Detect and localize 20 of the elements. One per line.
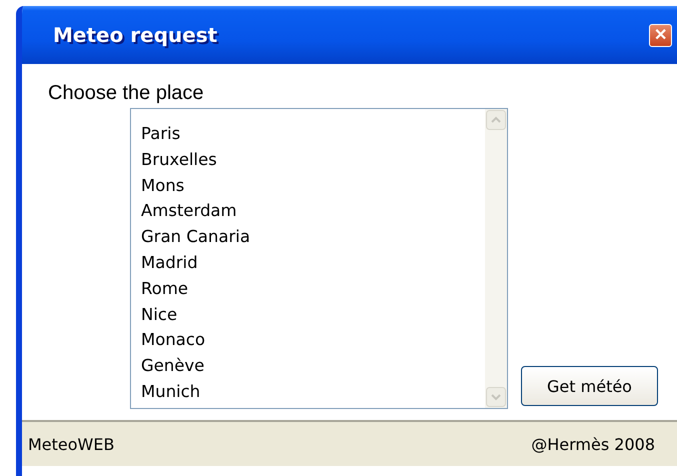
app-name: MeteoWEB: [28, 434, 114, 454]
scroll-down-button[interactable]: [486, 387, 506, 407]
scrollbar[interactable]: [485, 109, 507, 408]
list-item[interactable]: Gran Canaria: [141, 224, 485, 250]
list-item[interactable]: Madrid: [141, 250, 485, 276]
list-item[interactable]: Genève: [141, 353, 485, 379]
list-item[interactable]: Mons: [141, 172, 485, 198]
place-list[interactable]: Paris Bruxelles Mons Amsterdam Gran Canaria Madrid Rome Nice Monaco Genève Munich: [130, 108, 508, 409]
list-item[interactable]: Monaco: [141, 327, 485, 354]
list-item[interactable]: Paris: [141, 121, 485, 147]
scroll-up-button[interactable]: [486, 110, 506, 130]
list-item[interactable]: Rome: [141, 276, 485, 302]
copyright-text: @Hermès 2008: [531, 434, 655, 454]
prompt-label: Choose the place: [48, 82, 205, 106]
window-title: Meteo request: [53, 23, 218, 47]
list-item[interactable]: Nice: [141, 302, 485, 328]
get-meteo-button[interactable]: Get météo: [521, 366, 658, 406]
list-item[interactable]: Munich: [141, 378, 485, 405]
list-item[interactable]: Amsterdam: [141, 198, 485, 224]
list-item[interactable]: Bruxelles: [141, 146, 485, 173]
